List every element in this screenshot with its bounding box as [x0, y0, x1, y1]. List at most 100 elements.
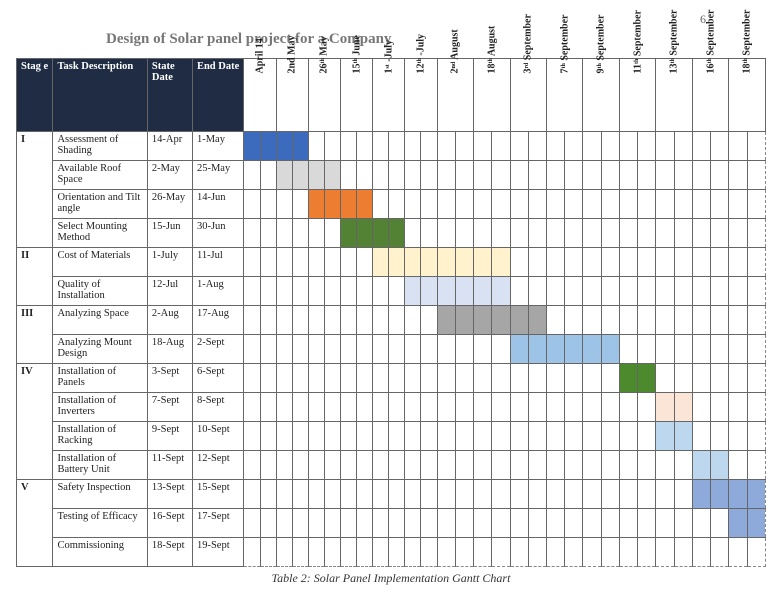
gantt-cell: [260, 451, 276, 480]
gantt-cell: [244, 335, 260, 364]
gantt-cell: [747, 393, 765, 422]
date-col-0: April 14: [244, 59, 276, 132]
gantt-cell: [308, 248, 324, 277]
gantt-cell: [510, 335, 528, 364]
gantt-cell: [656, 132, 674, 161]
gantt-cell: [692, 248, 710, 277]
gantt-cell: [565, 190, 583, 219]
gantt-cell: [583, 509, 601, 538]
gantt-cell: [244, 248, 260, 277]
gantt-cell: [601, 306, 619, 335]
gantt-cell: [565, 451, 583, 480]
date-col-3: 15ᵗʰ June: [341, 59, 373, 132]
stage-cell: I: [17, 132, 53, 248]
gantt-cell: [528, 393, 546, 422]
gantt-cell: [583, 335, 601, 364]
gantt-cell: [619, 132, 637, 161]
gantt-cell: [492, 190, 510, 219]
table-row: Available Roof Space2-May25-May: [17, 161, 766, 190]
gantt-cell: [357, 248, 373, 277]
gantt-cell: [565, 509, 583, 538]
gantt-cell: [474, 335, 492, 364]
gantt-cell: [619, 422, 637, 451]
gantt-cell: [244, 509, 260, 538]
gantt-cell: [357, 480, 373, 509]
gantt-cell: [565, 538, 583, 567]
gantt-cell: [373, 132, 389, 161]
gantt-cell: [638, 277, 656, 306]
gantt-cell: [747, 364, 765, 393]
gantt-cell: [308, 335, 324, 364]
gantt-cell: [389, 509, 405, 538]
gantt-cell: [244, 132, 260, 161]
gantt-cell: [729, 422, 747, 451]
table-row: VSafety Inspection13-Sept15-Sept: [17, 480, 766, 509]
date-col-10: 9ᵗʰ September: [583, 59, 619, 132]
start-date-cell: 2-May: [147, 161, 192, 190]
gantt-cell: [437, 509, 455, 538]
gantt-cell: [276, 451, 292, 480]
gantt-cell: [729, 161, 747, 190]
end-date-cell: 19-Sept: [192, 538, 244, 567]
gantt-cell: [546, 393, 564, 422]
gantt-cell: [474, 190, 492, 219]
gantt-cell: [729, 248, 747, 277]
gantt-cell: [492, 277, 510, 306]
gantt-cell: [546, 422, 564, 451]
gantt-cell: [357, 335, 373, 364]
chart-title: Design of Solar panel project for a Comp…: [106, 31, 766, 48]
gantt-cell: [692, 509, 710, 538]
gantt-cell: [357, 509, 373, 538]
gantt-cell: [308, 132, 324, 161]
gantt-cell: [711, 364, 729, 393]
gantt-cell: [492, 538, 510, 567]
gantt-cell: [341, 277, 357, 306]
gantt-cell: [747, 422, 765, 451]
gantt-cell: [619, 277, 637, 306]
gantt-cell: [292, 277, 308, 306]
gantt-cell: [528, 190, 546, 219]
gantt-cell: [638, 306, 656, 335]
gantt-cell: [260, 306, 276, 335]
gantt-cell: [510, 509, 528, 538]
gantt-cell: [373, 335, 389, 364]
end-date-cell: 11-Jul: [192, 248, 244, 277]
gantt-cell: [405, 248, 421, 277]
gantt-cell: [260, 335, 276, 364]
gantt-cell: [747, 509, 765, 538]
end-date-cell: 14-Jun: [192, 190, 244, 219]
gantt-cell: [729, 364, 747, 393]
table-row: Quality of Installation12-Jul1-Aug: [17, 277, 766, 306]
gantt-cell: [389, 393, 405, 422]
gantt-cell: [405, 190, 421, 219]
gantt-cell: [373, 161, 389, 190]
gantt-cell: [324, 277, 340, 306]
gantt-cell: [546, 190, 564, 219]
gantt-cell: [510, 248, 528, 277]
gantt-cell: [492, 393, 510, 422]
gantt-cell: [546, 451, 564, 480]
gantt-cell: [437, 451, 455, 480]
end-date-cell: 30-Jun: [192, 219, 244, 248]
gantt-cell: [510, 306, 528, 335]
gantt-cell: [692, 277, 710, 306]
gantt-cell: [260, 132, 276, 161]
stage-cell: III: [17, 306, 53, 364]
gantt-cell: [729, 335, 747, 364]
gantt-cell: [421, 451, 437, 480]
end-date-cell: 1-Aug: [192, 277, 244, 306]
gantt-cell: [389, 364, 405, 393]
gantt-cell: [711, 132, 729, 161]
gantt-cell: [389, 132, 405, 161]
gantt-cell: [308, 480, 324, 509]
gantt-cell: [421, 190, 437, 219]
gantt-cell: [389, 480, 405, 509]
gantt-cell: [357, 132, 373, 161]
gantt-cell: [405, 509, 421, 538]
gantt-cell: [341, 306, 357, 335]
gantt-cell: [656, 219, 674, 248]
gantt-cell: [601, 190, 619, 219]
start-date-cell: 7-Sept: [147, 393, 192, 422]
gantt-cell: [656, 364, 674, 393]
gantt-cell: [324, 451, 340, 480]
